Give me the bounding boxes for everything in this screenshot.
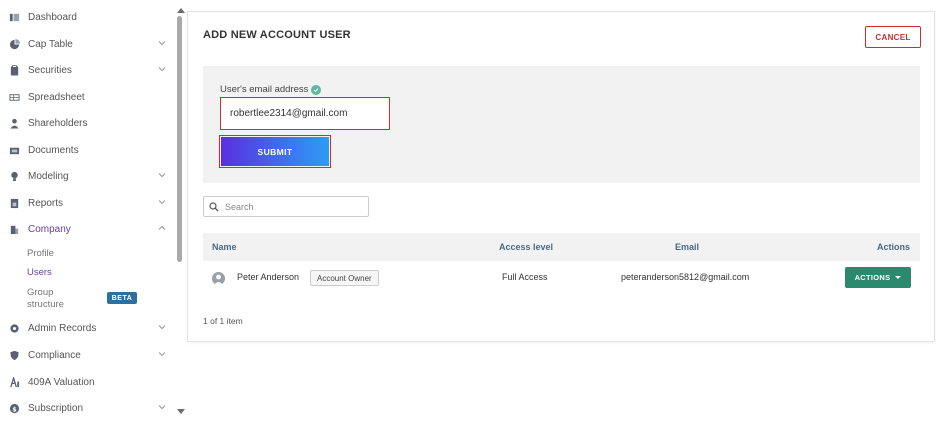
chevron-down-icon xyxy=(158,352,166,357)
chevron-down-icon xyxy=(158,325,166,330)
sidebar-item-dashboard[interactable]: Dashboard xyxy=(8,7,173,27)
cancel-button[interactable]: CANCEL xyxy=(865,26,921,48)
page-title: ADD NEW ACCOUNT USER xyxy=(203,29,351,41)
sidebar-item-label: Shareholders xyxy=(28,117,88,129)
sidebar-item-label: 409A Valuation xyxy=(28,376,95,388)
spreadsheet-icon xyxy=(8,91,20,103)
sidebar-item-modeling[interactable]: Modeling xyxy=(8,166,173,186)
sidebar: Dashboard Cap Table Securities Spreadshe… xyxy=(0,0,178,424)
sidebar-item-label: Subscription xyxy=(28,402,84,414)
sidebar-item-admin-records[interactable]: Admin Records xyxy=(8,318,173,338)
sidebar-item-documents[interactable]: Documents xyxy=(8,140,173,160)
sidebar-item-label: Admin Records xyxy=(28,322,97,334)
sidebar-item-compliance[interactable]: Compliance xyxy=(8,345,173,365)
sidebar-item-label: Securities xyxy=(28,64,72,76)
sidebar-subitem-label-line1: Group xyxy=(27,287,54,298)
clipboard-icon xyxy=(8,64,20,76)
email-label: User's email address xyxy=(220,84,322,95)
gear-icon xyxy=(8,322,20,334)
dashboard-icon xyxy=(8,11,20,23)
column-header-name: Name xyxy=(212,242,237,252)
sidebar-item-cap-table[interactable]: Cap Table xyxy=(8,34,173,54)
sidebar-subitem-group-structure[interactable]: Group structure xyxy=(27,287,64,311)
sidebar-item-label: Compliance xyxy=(28,349,81,361)
user-name: Peter Anderson xyxy=(237,272,300,282)
valuation-icon xyxy=(8,376,20,388)
sidebar-subitem-users[interactable]: Users xyxy=(27,267,52,278)
lightbulb-icon xyxy=(8,170,20,182)
beta-badge: BETA xyxy=(107,292,137,304)
person-icon xyxy=(8,117,20,129)
chevron-down-icon xyxy=(158,67,166,72)
account-owner-badge: Account Owner xyxy=(310,270,379,286)
sidebar-subitem-label-line2: structure xyxy=(27,299,64,310)
svg-text:$: $ xyxy=(12,405,17,413)
table-header: Name Access level Email Actions xyxy=(203,233,920,261)
sidebar-item-label: Cap Table xyxy=(28,38,73,50)
shield-icon xyxy=(8,349,20,361)
sidebar-item-shareholders[interactable]: Shareholders xyxy=(8,113,173,133)
actions-label: ACTIONS xyxy=(854,273,891,282)
verified-check-icon xyxy=(311,84,322,95)
chevron-up-icon xyxy=(158,225,166,230)
avatar xyxy=(212,272,225,285)
sidebar-item-subscription[interactable]: $ Subscription xyxy=(8,398,173,418)
user-email: peteranderson5812@gmail.com xyxy=(621,272,750,282)
caret-down-icon xyxy=(895,276,902,279)
sidebar-item-company[interactable]: Company xyxy=(8,219,173,239)
chevron-down-icon xyxy=(158,41,166,46)
building-icon xyxy=(8,223,20,235)
sidebar-item-label: Reports xyxy=(28,197,64,209)
pie-chart-icon xyxy=(8,38,20,50)
pagination-info: 1 of 1 item xyxy=(203,316,243,326)
search-input[interactable]: Search xyxy=(203,196,369,217)
sidebar-item-securities[interactable]: Securities xyxy=(8,60,173,80)
report-icon xyxy=(8,197,20,209)
scroll-up-arrow-icon[interactable] xyxy=(177,8,185,13)
email-field[interactable]: robertlee2314@gmail.com xyxy=(220,97,390,130)
chevron-down-icon xyxy=(158,405,166,410)
sidebar-item-label: Spreadsheet xyxy=(28,91,85,103)
sidebar-item-label: Company xyxy=(28,223,71,235)
sidebar-subitem-profile[interactable]: Profile xyxy=(27,248,54,259)
access-level-value: Full Access xyxy=(502,272,548,282)
sidebar-item-label: Dashboard xyxy=(28,11,77,23)
scroll-down-arrow-icon[interactable] xyxy=(177,409,185,414)
sidebar-item-spreadsheet[interactable]: Spreadsheet xyxy=(8,87,173,107)
sidebar-item-label: Documents xyxy=(28,144,79,156)
sidebar-item-reports[interactable]: Reports xyxy=(8,193,173,213)
column-header-access-level: Access level xyxy=(499,242,554,252)
search-placeholder: Search xyxy=(225,201,254,212)
table-row: Peter Anderson Account Owner Full Access… xyxy=(203,264,920,294)
add-user-card: ADD NEW ACCOUNT USER CANCEL User's email… xyxy=(187,11,935,342)
sidebar-scrollbar-thumb[interactable] xyxy=(177,16,182,262)
submit-button[interactable]: SUBMIT xyxy=(221,137,329,166)
actions-dropdown-button[interactable]: ACTIONS xyxy=(845,267,911,288)
add-user-form: User's email address robertlee2314@gmail… xyxy=(203,66,920,183)
dollar-icon: $ xyxy=(8,402,20,414)
email-label-text: User's email address xyxy=(220,84,309,95)
sidebar-item-409a-valuation[interactable]: 409A Valuation xyxy=(8,372,173,392)
folder-icon xyxy=(8,144,20,156)
search-icon xyxy=(209,201,219,211)
column-header-email: Email xyxy=(675,242,700,252)
chevron-down-icon xyxy=(158,200,166,205)
chevron-down-icon xyxy=(158,173,166,178)
column-header-actions: Actions xyxy=(877,242,911,252)
sidebar-item-label: Modeling xyxy=(28,170,69,182)
